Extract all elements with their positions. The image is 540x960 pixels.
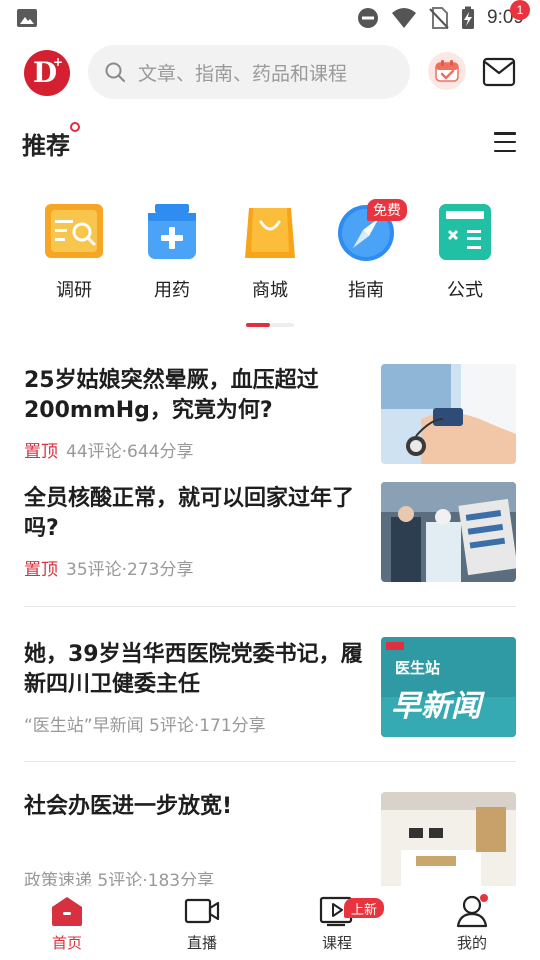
article-thumbnail[interactable] — [381, 792, 516, 886]
nav-label: 我的 — [456, 934, 487, 952]
menu-button[interactable] — [494, 132, 516, 152]
survey-icon — [45, 204, 103, 258]
nav-label: 课程 — [321, 934, 352, 952]
section-dot — [70, 122, 80, 132]
article-meta: 置顶 44评论·644分享 — [24, 437, 193, 462]
mail-icon[interactable] — [482, 56, 516, 88]
indicator-inactive — [270, 323, 294, 327]
article-stats: 35评论·273分享 — [66, 560, 194, 580]
nav-profile[interactable]: 我的 — [427, 894, 517, 953]
article-meta: “医生站”早新闻 5评论·171分享 — [24, 716, 266, 736]
pinned-tag: 置顶 — [24, 442, 58, 462]
search-placeholder: 文章、指南、药品和课程 — [138, 62, 348, 85]
category-survey[interactable]: 调研 — [26, 200, 122, 302]
article-title[interactable]: 她，39岁当华西医院党委书记，履新四川卫健委主任 — [24, 640, 366, 700]
article-meta: 置顶 35评论·273分享 — [24, 555, 193, 580]
profile-notification-dot — [480, 894, 488, 902]
calendar-check-icon — [435, 60, 459, 82]
category-label: 调研 — [56, 280, 92, 301]
category-label: 公式 — [447, 280, 483, 301]
top-header: D + 文章、指南、药品和课程 — [0, 44, 540, 102]
video-icon — [184, 898, 220, 924]
calculator-icon — [439, 204, 491, 260]
shop-bag-icon — [245, 208, 295, 258]
category-label: 商城 — [252, 280, 288, 301]
category-grid: 调研 用药 商城 指南 公式 — [0, 200, 540, 310]
wifi-icon — [392, 8, 417, 28]
nav-live[interactable]: 直播 — [157, 894, 247, 953]
checkin-calendar-button[interactable] — [428, 52, 466, 90]
list-divider — [24, 761, 516, 762]
category-label: 用药 — [154, 280, 190, 301]
medicine-icon — [148, 204, 196, 259]
article-title[interactable]: 25岁姑娘突然晕厥，血压超过200mmHg，究竟为何? — [24, 366, 366, 426]
article-stats: 44评论·644分享 — [66, 442, 194, 462]
home-icon — [52, 897, 82, 926]
article-thumbnail[interactable] — [381, 482, 516, 582]
list-divider — [24, 606, 516, 607]
indicator-active — [246, 323, 270, 327]
search-input[interactable]: 文章、指南、药品和课程 — [88, 45, 410, 99]
category-formula[interactable]: 公式 — [417, 200, 513, 302]
bottom-nav: 首页 直播 课程 我的 — [0, 886, 540, 960]
menu-line — [494, 132, 516, 135]
search-icon — [105, 62, 125, 82]
thumbnail-caption: 医生站 — [395, 659, 441, 677]
thumbnail-caption: 早新闻 — [391, 689, 481, 724]
free-badge: 免费 — [367, 199, 407, 221]
nav-label: 直播 — [186, 934, 217, 952]
article-title[interactable]: 社会办医进一步放宽! — [24, 792, 366, 822]
pinned-tag: 置顶 — [24, 560, 58, 580]
section-title[interactable]: 推荐 — [22, 126, 70, 161]
nav-home[interactable]: 首页 — [22, 894, 112, 953]
app-logo[interactable]: D + — [24, 50, 70, 96]
article-thumbnail[interactable] — [381, 364, 516, 464]
no-sim-icon — [429, 7, 449, 29]
page-indicator — [246, 323, 294, 327]
logo-plus: + — [52, 55, 63, 69]
nav-label: 首页 — [51, 934, 82, 952]
status-bar: 9:09 — [0, 0, 540, 36]
menu-line — [494, 149, 516, 152]
article-title[interactable]: 全员核酸正常，就可以回家过年了吗? — [24, 484, 366, 544]
category-label: 指南 — [348, 280, 384, 301]
dnd-icon — [358, 8, 379, 28]
mail-badge: 1 — [510, 0, 530, 20]
new-course-badge: 上新 — [344, 898, 385, 918]
category-shop[interactable]: 商城 — [222, 200, 318, 302]
article-thumbnail[interactable]: 医生站 早新闻 — [381, 637, 516, 737]
image-icon — [17, 9, 37, 27]
battery-charging-icon — [462, 6, 475, 29]
menu-line — [494, 140, 516, 144]
category-medicine[interactable]: 用药 — [124, 200, 220, 302]
